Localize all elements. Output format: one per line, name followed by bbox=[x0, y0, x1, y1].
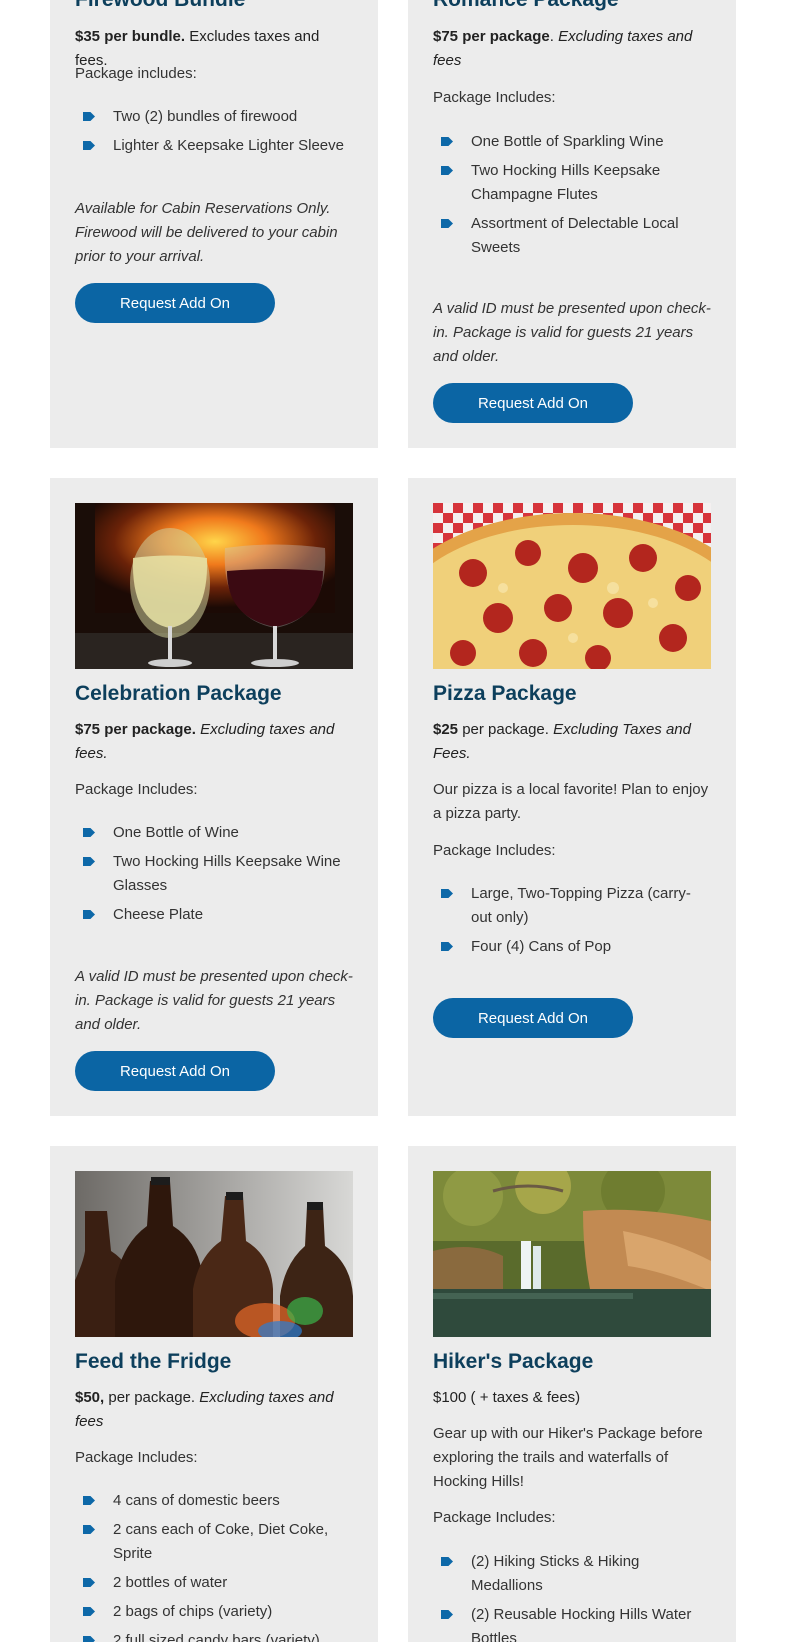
includes-label: Package Includes: bbox=[433, 1509, 556, 1526]
firewood-card: Firewood Bundle $35 per bundle. Excludes… bbox=[50, 0, 378, 448]
card-title: Celebration Package bbox=[75, 682, 282, 705]
includes-label: Package includes: bbox=[75, 65, 197, 82]
waterfall-photo bbox=[433, 1171, 711, 1337]
card-note: A valid ID must be presented upon check-… bbox=[75, 968, 353, 1033]
list-item: One Bottle of Wine bbox=[75, 821, 353, 845]
list-item: Cheese Plate bbox=[75, 903, 353, 927]
list-item: Four (4) Cans of Pop bbox=[433, 935, 711, 959]
bottles-photo bbox=[75, 1171, 353, 1337]
tag-icon bbox=[83, 141, 95, 150]
feed-the-fridge-card: Feed the Fridge $50, per package. Exclud… bbox=[50, 1146, 378, 1642]
card-title: Romance Package bbox=[433, 0, 619, 14]
includes-label: Package Includes: bbox=[433, 842, 556, 859]
waterfall-image bbox=[433, 1171, 711, 1337]
tag-icon bbox=[83, 857, 95, 866]
item-list: Two (2) bundles of firewood Lighter & Ke… bbox=[75, 105, 355, 163]
tag-icon bbox=[83, 1525, 95, 1534]
celebration-card: Celebration Package $75 per package. Exc… bbox=[50, 478, 378, 1116]
tag-icon bbox=[441, 889, 453, 898]
card-price: $75 per package. Excluding taxes and fee… bbox=[75, 718, 345, 766]
hikers-card: Hiker's Package $100 ( + taxes & fees) G… bbox=[408, 1146, 736, 1642]
tag-icon bbox=[83, 1496, 95, 1505]
card-title: Firewood Bundle bbox=[75, 0, 245, 14]
list-item: (2) Hiking Sticks & Hiking Medallions bbox=[433, 1550, 711, 1598]
tag-icon bbox=[441, 1557, 453, 1566]
list-item: Two Hocking Hills Keepsake Wine Glasses bbox=[75, 850, 353, 898]
list-item: Two Hocking Hills Keepsake Champagne Flu… bbox=[433, 159, 711, 207]
tag-icon bbox=[441, 219, 453, 228]
tag-icon bbox=[83, 112, 95, 121]
tag-icon bbox=[83, 1636, 95, 1642]
item-list: One Bottle of Wine Two Hocking Hills Kee… bbox=[75, 821, 353, 932]
card-title: Feed the Fridge bbox=[75, 1350, 232, 1373]
tag-icon bbox=[441, 137, 453, 146]
list-item: 4 cans of domestic beers bbox=[75, 1489, 353, 1513]
price-amount: $75 per package. bbox=[75, 721, 196, 738]
tag-icon bbox=[441, 942, 453, 951]
wine-glasses-photo bbox=[75, 503, 353, 669]
tag-icon bbox=[441, 1610, 453, 1619]
list-item: One Bottle of Sparkling Wine bbox=[433, 130, 711, 154]
romance-card: Romance Package $75 per package. Excludi… bbox=[408, 0, 736, 448]
card-price: $100 ( + taxes & fees) bbox=[433, 1389, 581, 1406]
card-description: Our pizza is a local favorite! Plan to e… bbox=[433, 781, 709, 822]
tag-icon bbox=[83, 910, 95, 919]
list-item: (2) Reusable Hocking Hills Water Bottles bbox=[433, 1603, 711, 1642]
request-add-on-button[interactable]: Request Add On bbox=[433, 998, 633, 1038]
list-item: Large, Two-Topping Pizza (carry-out only… bbox=[433, 882, 711, 930]
tag-icon bbox=[83, 1578, 95, 1587]
item-list: Large, Two-Topping Pizza (carry-out only… bbox=[433, 882, 711, 964]
list-item: 2 cans each of Coke, Diet Coke, Sprite bbox=[75, 1518, 353, 1566]
includes-label: Package Includes: bbox=[75, 1449, 198, 1466]
request-add-on-button[interactable]: Request Add On bbox=[75, 1051, 275, 1091]
list-item: Two (2) bundles of firewood bbox=[75, 105, 355, 129]
item-list: (2) Hiking Sticks & Hiking Medallions (2… bbox=[433, 1550, 711, 1642]
item-list: 4 cans of domestic beers 2 cans each of … bbox=[75, 1489, 353, 1642]
list-item: 2 bags of chips (variety) bbox=[75, 1600, 353, 1624]
tag-icon bbox=[83, 828, 95, 837]
list-item: 2 full sized candy bars (variety) bbox=[75, 1629, 353, 1642]
card-note: Available for Cabin Reservations Only. F… bbox=[75, 200, 338, 265]
card-price: $25 per package. Excluding Taxes and Fee… bbox=[433, 721, 691, 762]
price-amount: $50, bbox=[75, 1389, 105, 1406]
pizza-photo bbox=[433, 503, 711, 669]
beer-bottles-image bbox=[75, 1171, 353, 1337]
card-price: $50, per package. Excluding taxes and fe… bbox=[75, 1389, 334, 1430]
card-title: Pizza Package bbox=[433, 682, 577, 705]
tag-icon bbox=[441, 166, 453, 175]
list-item: Lighter & Keepsake Lighter Sleeve bbox=[75, 134, 355, 158]
price-amount: $35 per bundle. bbox=[75, 28, 186, 45]
card-price: $75 per package. Excluding taxes and fee… bbox=[433, 28, 693, 69]
card-description: Gear up with our Hiker's Package before … bbox=[433, 1425, 703, 1490]
list-item: 2 bottles of water bbox=[75, 1571, 353, 1595]
pizza-image bbox=[433, 503, 711, 669]
card-note: A valid ID must be presented upon check-… bbox=[433, 300, 711, 365]
price-amount: $75 per package bbox=[433, 28, 550, 45]
includes-label: Package Includes: bbox=[75, 781, 198, 798]
includes-label: Package Includes: bbox=[433, 89, 556, 106]
wine-glasses-image bbox=[75, 503, 353, 669]
request-add-on-button[interactable]: Request Add On bbox=[433, 383, 633, 423]
list-item: Assortment of Delectable Local Sweets bbox=[433, 212, 711, 260]
price-amount: $25 bbox=[433, 721, 459, 738]
item-list: One Bottle of Sparkling Wine Two Hocking… bbox=[433, 130, 711, 265]
card-title: Hiker's Package bbox=[433, 1350, 594, 1373]
pizza-card: Pizza Package $25 per package. Excluding… bbox=[408, 478, 736, 1116]
tag-icon bbox=[83, 1607, 95, 1616]
request-add-on-button[interactable]: Request Add On bbox=[75, 283, 275, 323]
